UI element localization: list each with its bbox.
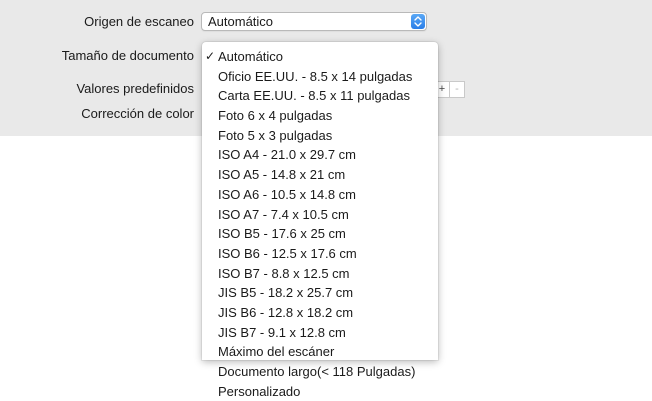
remove-preset-button[interactable]: - (449, 81, 465, 98)
scan-source-label: Origen de escaneo (84, 14, 194, 29)
document-size-option-label: JIS B7 - 9.1 x 12.8 cm (218, 324, 346, 340)
document-size-option[interactable]: JIS B5 - 18.2 x 25.7 cm (202, 283, 438, 303)
chevron-up-down-icon[interactable] (411, 14, 425, 29)
document-size-option[interactable]: Carta EE.UU. - 8.5 x 11 pulgadas (202, 86, 438, 106)
document-size-option-label: Foto 5 x 3 pulgadas (218, 127, 333, 143)
document-size-option[interactable]: ISO A5 - 14.8 x 21 cm (202, 165, 438, 185)
document-size-option[interactable]: ISO B5 - 17.6 x 25 cm (202, 224, 438, 244)
document-size-option[interactable]: ISO A4 - 21.0 x 29.7 cm (202, 145, 438, 165)
scan-source-value: Automático (208, 14, 274, 29)
document-size-option[interactable]: ISO A6 - 10.5 x 14.8 cm (202, 185, 438, 205)
document-size-option-label: ISO B6 - 12.5 x 17.6 cm (218, 245, 357, 261)
document-size-option[interactable]: Foto 6 x 4 pulgadas (202, 106, 438, 126)
document-size-option[interactable]: Foto 5 x 3 pulgadas (202, 126, 438, 146)
document-size-option-label: JIS B6 - 12.8 x 18.2 cm (218, 304, 354, 320)
document-size-label: Tamaño de documento (61, 48, 194, 63)
document-size-option-label: Oficio EE.UU. - 8.5 x 14 pulgadas (218, 68, 413, 84)
checkmark-icon: ✓ (205, 49, 216, 63)
document-size-option[interactable]: Personalizado (202, 382, 438, 401)
document-size-option[interactable]: Máximo del escáner (202, 342, 438, 362)
document-size-option-label: Carta EE.UU. - 8.5 x 11 pulgadas (218, 88, 410, 104)
document-size-option-label: ISO B7 - 8.8 x 12.5 cm (218, 265, 350, 281)
document-size-option[interactable]: Oficio EE.UU. - 8.5 x 14 pulgadas (202, 67, 438, 87)
document-size-option-label: ISO A7 - 7.4 x 10.5 cm (218, 206, 349, 222)
document-size-dropdown-menu: ✓ Automático Oficio EE.UU. - 8.5 x 14 pulg… (202, 42, 438, 399)
document-size-option[interactable]: JIS B6 - 12.8 x 18.2 cm (202, 303, 438, 323)
color-correction-label: Corrección de color (81, 106, 194, 121)
scan-source-select[interactable]: Automático (201, 12, 427, 31)
document-size-option-label: ISO A4 - 21.0 x 29.7 cm (218, 147, 357, 163)
document-size-option[interactable]: ISO B6 - 12.5 x 17.6 cm (202, 244, 438, 264)
document-size-option-label: ISO B5 - 17.6 x 25 cm (218, 226, 346, 242)
document-size-option[interactable]: ISO A7 - 7.4 x 10.5 cm (202, 205, 438, 225)
document-size-option[interactable]: ✓ Automático (202, 47, 438, 67)
document-size-options: ✓ Automático Oficio EE.UU. - 8.5 x 14 pulg… (202, 47, 438, 401)
document-size-option[interactable]: JIS B7 - 9.1 x 12.8 cm (202, 323, 438, 343)
document-size-option-label: Máximo del escáner (218, 344, 335, 360)
document-size-option-label: Automático (218, 49, 284, 64)
document-size-option[interactable]: Documento largo(< 118 Pulgadas) (202, 362, 438, 382)
presets-label: Valores predefinidos (76, 81, 194, 96)
document-size-option-label: Foto 6 x 4 pulgadas (218, 108, 333, 124)
document-size-option-label: JIS B5 - 18.2 x 25.7 cm (218, 285, 354, 301)
document-size-option[interactable]: ISO B7 - 8.8 x 12.5 cm (202, 264, 438, 284)
document-size-option-label: ISO A5 - 14.8 x 21 cm (218, 167, 346, 183)
document-size-option-label: ISO A6 - 10.5 x 14.8 cm (218, 186, 357, 202)
document-size-option-label: Documento largo(< 118 Pulgadas) (218, 364, 416, 379)
document-size-option-label: Personalizado (218, 383, 301, 399)
